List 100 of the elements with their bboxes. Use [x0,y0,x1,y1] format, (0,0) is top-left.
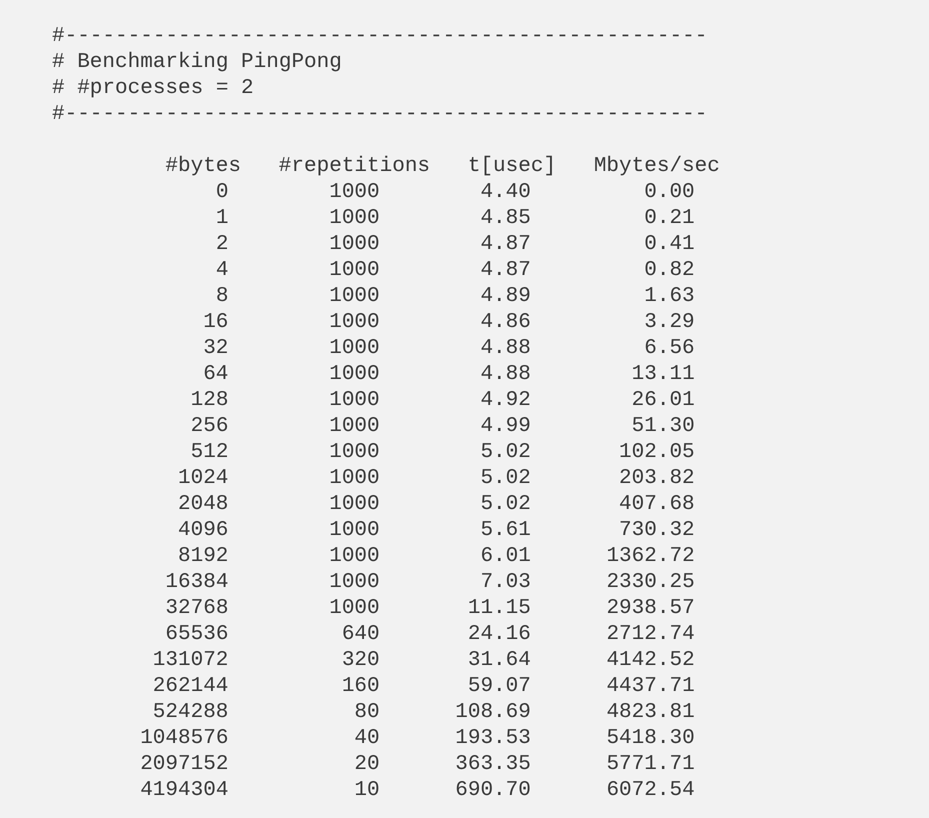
table-cell: 4.88 [480,337,531,360]
table-cell: 1000 [329,181,380,204]
table-cell: 1000 [329,337,380,360]
table-cell: 1000 [329,493,380,516]
table-cell: 131072 [152,649,228,672]
table-cell: 4.89 [480,285,531,308]
table-cell: 1000 [329,597,380,620]
table-cell: 7.03 [480,571,531,594]
table-cell: 1362.72 [606,545,695,568]
table-cell: 1048576 [140,727,228,750]
table-cell: 2097152 [140,753,228,776]
table-cell: 108.69 [455,701,531,724]
column-header: t[usec] [468,155,556,178]
table-cell: 5.02 [480,493,531,516]
table-cell: 6072.54 [606,779,695,802]
table-cell: 1000 [329,545,380,568]
table-cell: 1000 [329,441,380,464]
table-cell: 1000 [329,285,380,308]
table-cell: 363.35 [455,753,531,776]
table-cell: 8192 [178,545,228,568]
table-cell: 1024 [178,467,228,490]
table-cell: 1000 [329,207,380,230]
table-cell: 51.30 [632,415,695,438]
table-cell: 80 [354,701,380,724]
table-cell: 2712.74 [606,623,695,646]
table-cell: 1000 [329,571,380,594]
table-cell: 5.61 [480,519,531,542]
table-cell: 4.87 [480,233,531,256]
table-cell: 4194304 [140,779,228,802]
table-cell: 4437.71 [606,675,695,698]
table-cell: 5771.71 [606,753,695,776]
table-cell: 4.85 [480,207,531,230]
table-cell: 4.40 [480,181,531,204]
table-cell: 65536 [165,623,228,646]
table-cell: 31.64 [468,649,531,672]
table-cell: 407.68 [619,493,695,516]
column-header: #bytes [165,155,242,178]
table-cell: 59.07 [468,675,531,698]
table-cell: 1.63 [644,285,695,308]
table-cell: 1000 [329,233,380,256]
table-cell: 6.56 [644,337,695,360]
table-cell: 0.21 [644,207,695,230]
table-cell: 11.15 [468,597,531,620]
table-cell: 32768 [165,597,228,620]
table-cell: 4142.52 [606,649,695,672]
table-cell: 4096 [178,519,228,542]
table-cell: 2048 [178,493,228,516]
table-cell: 2330.25 [606,571,695,594]
table-cell: 640 [342,623,380,646]
table-cell: 0 [216,181,228,204]
table-cell: 1000 [329,363,380,386]
table-cell: 4.92 [480,389,531,412]
table-cell: 32 [203,337,228,360]
table-cell: 26.01 [632,389,695,412]
table-cell: 524288 [152,701,228,724]
table-cell: 512 [190,441,228,464]
table-cell: 24.16 [468,623,531,646]
table-cell: 203.82 [619,467,695,490]
table-cell: 10 [354,779,380,802]
table-cell: 4.88 [480,363,531,386]
comment-line: # #processes = 2 [52,77,254,100]
comment-line: #--------------------------------------------------- [52,25,708,48]
table-cell: 4.86 [480,311,531,334]
comment-line: # Benchmarking PingPong [52,51,342,74]
table-cell: 128 [190,389,228,412]
table-cell: 4.87 [480,259,531,282]
table-cell: 20 [354,753,380,776]
table-cell: 5.02 [480,467,531,490]
column-header: #repetitions [278,155,430,178]
column-header: Mbytes/sec [594,155,720,178]
table-cell: 8 [216,285,228,308]
table-cell: 1 [216,207,228,230]
table-cell: 1000 [329,311,380,334]
table-cell: 262144 [152,675,228,698]
table-cell: 1000 [329,259,380,282]
table-cell: 3.29 [644,311,695,334]
table-cell: 1000 [329,467,380,490]
table-cell: 16 [203,311,228,334]
table-cell: 4 [216,259,228,282]
table-cell: 40 [354,727,380,750]
table-cell: 1000 [329,519,380,542]
table-cell: 193.53 [455,727,531,750]
table-cell: 256 [190,415,228,438]
table-cell: 1000 [329,389,380,412]
table-cell: 320 [342,649,380,672]
table-cell: 16384 [165,571,228,594]
table-cell: 4.99 [480,415,531,438]
table-cell: 64 [203,363,228,386]
table-cell: 2 [216,233,228,256]
table-cell: 4823.81 [606,701,695,724]
table-cell: 5.02 [480,441,531,464]
table-cell: 5418.30 [606,727,695,750]
table-cell: 0.41 [644,233,695,256]
table-cell: 13.11 [632,363,695,386]
table-cell: 6.01 [480,545,531,568]
comment-line: #--------------------------------------------------- [52,103,708,126]
table-cell: 102.05 [619,441,695,464]
table-cell: 160 [342,675,380,698]
table-cell: 0.00 [644,181,695,204]
table-cell: 0.82 [644,259,695,282]
